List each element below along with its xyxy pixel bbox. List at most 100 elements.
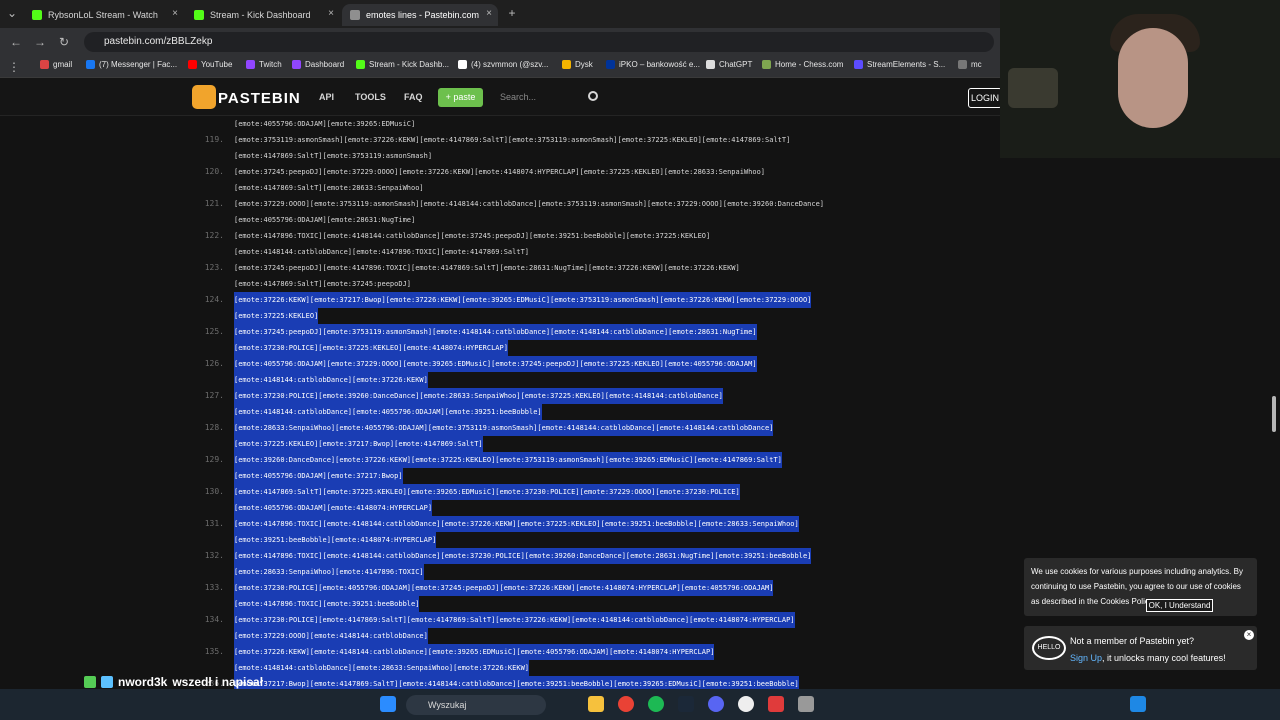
bookmark-gmail[interactable]: gmail [40,60,72,69]
windows-icon[interactable] [380,696,396,712]
code-line[interactable]: [emote:4147869:SaltT][emote:28633:Senpai… [204,180,858,196]
line-number: 133. [204,583,224,592]
chatgpt-icon [706,60,715,69]
kick-icon [356,60,365,69]
bookmark-dashboard[interactable]: Dashboard [292,60,344,69]
code-line[interactable]: [emote:4055796:ODAJAM][emote:28631:NugTi… [204,212,858,228]
address-bar[interactable]: pastebin.com/zBBLZekp [84,32,994,52]
line-text: [emote:4147896:TOXIC][emote:4148144:catb… [234,516,799,532]
signup-link[interactable]: Sign Up [1070,653,1102,663]
bookmark-kick[interactable]: Stream - Kick Dashb... [356,60,449,69]
close-icon[interactable]: × [328,8,334,19]
code-line[interactable]: [emote:4055796:ODAJAM][emote:39265:EDMus… [204,116,858,132]
tab-rybsonlol[interactable]: RybsonLoL Stream - Watch × [24,4,184,26]
discord-icon[interactable] [708,696,724,712]
bookmark-streamelements[interactable]: StreamElements - S... [854,60,945,69]
code-line[interactable]: 134. [emote:37230:POLICE][emote:4147869:S… [204,612,858,628]
code-line[interactable]: [emote:4055796:ODAJAM][emote:37217:Bwop] [204,468,858,484]
code-line[interactable]: [emote:4148144:catblobDance][emote:40557… [204,404,858,420]
apps-icon[interactable]: ⋮ [6,59,22,75]
close-icon[interactable]: × [486,8,492,19]
pastebin-brand[interactable]: PASTEBIN [218,90,301,107]
paste-code-area[interactable]: [emote:4055796:ODAJAM][emote:39265:EDMus… [204,116,862,689]
badge-icon [84,676,96,688]
line-number: 120. [204,167,224,176]
bookmark-youtube[interactable]: YouTube [188,60,232,69]
login-button[interactable]: LOGIN [968,88,1002,108]
bookmark-x[interactable]: (4) szvmmon (@szv... [458,60,548,69]
code-line[interactable]: [emote:4148144:catblobDance][emote:37226… [204,372,858,388]
line-number: 129. [204,455,224,464]
code-line[interactable]: 131. [emote:4147896:TOXIC][emote:4148144:… [204,516,858,532]
search-input[interactable]: Search... [500,89,598,106]
code-line[interactable]: 121. [emote:37229:OOOO][emote:3753119:asm… [204,196,858,212]
code-line[interactable]: 128. [emote:28633:SenpaiWhoo][emote:40557… [204,420,858,436]
code-line[interactable]: 124. [emote:37226:KEKW][emote:37217:Bwop]… [204,292,858,308]
code-line[interactable]: 129. [emote:39260:DanceDance][emote:37226… [204,452,858,468]
bookmark-messenger[interactable]: (7) Messenger | Fac... [86,60,177,69]
code-line[interactable]: 133. [emote:37230:POLICE][emote:4055796:O… [204,580,858,596]
bookmark-twitch[interactable]: Twitch [246,60,282,69]
code-line[interactable]: 119. [emote:3753119:asmonSmash][emote:372… [204,132,858,148]
code-line[interactable]: [emote:4055796:ODAJAM][emote:4148074:HYP… [204,500,858,516]
new-tab-icon[interactable]: + [504,5,520,21]
code-line[interactable]: [emote:37225:KEKLEO][emote:37217:Bwop][e… [204,436,858,452]
code-line[interactable]: [emote:39251:beeBobble][emote:4148074:HY… [204,532,858,548]
pastebin-logo-icon[interactable] [192,85,216,109]
cookie-accept-button[interactable]: OK, I Understand [1146,599,1213,612]
code-line[interactable]: 126. [emote:4055796:ODAJAM][emote:37229:O… [204,356,858,372]
bookmark-mc[interactable]: mc [958,60,982,69]
code-line[interactable]: 123. [emote:37245:peepoDJ][emote:4147896:… [204,260,858,276]
line-text: [emote:37226:KEKW][emote:4148144:catblob… [234,644,715,660]
forward-icon[interactable]: → [32,34,48,50]
line-text: [emote:4148144:catblobDance][emote:41478… [234,248,530,256]
bookmark-chatgpt[interactable]: ChatGPT [706,60,752,69]
bookmark-drive[interactable]: Dysk [562,60,593,69]
tab-menu-icon[interactable]: ⌄ [4,5,20,21]
code-line[interactable]: [emote:37229:OOOO][emote:4148144:catblob… [204,628,858,644]
line-text: [emote:28633:SenpaiWhoo][emote:4055796:O… [234,420,774,436]
line-text: [emote:37245:peepoDJ][emote:4147896:TOXI… [234,264,740,272]
close-icon[interactable]: × [1244,630,1254,640]
tab-kick-dashboard[interactable]: Stream - Kick Dashboard × [186,4,340,26]
code-line[interactable]: 132. [emote:4147896:TOXIC][emote:4148144:… [204,548,858,564]
chess-icon [762,60,771,69]
code-line[interactable]: 122. [emote:4147896:TOXIC][emote:4148144:… [204,228,858,244]
code-line[interactable]: 130. [emote:4147869:SaltT][emote:37225:KE… [204,484,858,500]
app-icon[interactable] [768,696,784,712]
bookmark-chess[interactable]: Home - Chess.com [762,60,843,69]
line-text: [emote:4147869:SaltT][emote:37225:KEKLEO… [234,484,740,500]
file-explorer-icon[interactable] [588,696,604,712]
spotify-icon[interactable] [648,696,664,712]
page-scrollbar[interactable] [1272,396,1276,432]
nav-tools[interactable]: TOOLS [355,92,386,102]
tab-pastebin[interactable]: emotes lines - Pastebin.com × [342,4,498,26]
close-icon[interactable]: × [172,8,178,19]
code-line[interactable]: 135. [emote:37226:KEKW][emote:4148144:cat… [204,644,858,660]
code-line[interactable]: [emote:4147869:SaltT][emote:37245:peepoD… [204,276,858,292]
code-line[interactable]: [emote:37225:KEKLEO] [204,308,858,324]
code-line[interactable]: [emote:4147896:TOXIC][emote:39251:beeBob… [204,596,858,612]
settings-icon[interactable] [798,696,814,712]
code-line[interactable]: 120. [emote:37245:peepoDJ][emote:37229:OO… [204,164,858,180]
steam-icon[interactable] [678,696,694,712]
line-text: [emote:4147896:TOXIC][emote:4148144:catb… [234,548,812,564]
chrome-icon[interactable] [618,696,634,712]
reload-icon[interactable]: ↻ [56,34,72,50]
code-line[interactable]: [emote:4148144:catblobDance][emote:41478… [204,244,858,260]
nav-api[interactable]: API [319,92,334,102]
code-line[interactable]: 125. [emote:37245:peepoDJ][emote:3753119:… [204,324,858,340]
bluetooth-icon[interactable] [1130,696,1146,712]
code-line[interactable]: [emote:28633:SenpaiWhoo][emote:4147896:T… [204,564,858,580]
bookmark-ipko[interactable]: iPKO – bankowość e... [606,60,700,69]
code-line[interactable]: 127. [emote:37230:POLICE][emote:39260:Dan… [204,388,858,404]
nav-faq[interactable]: FAQ [404,92,423,102]
taskbar-search-input[interactable]: Wyszukaj [406,695,546,715]
obs-icon[interactable] [738,696,754,712]
code-line[interactable]: [emote:4147869:SaltT][emote:3753119:asmo… [204,148,858,164]
back-icon[interactable]: ← [8,34,24,50]
new-paste-button[interactable]: + paste [438,88,483,107]
code-line[interactable]: [emote:37230:POLICE][emote:37225:KEKLEO]… [204,340,858,356]
search-icon[interactable] [588,91,598,101]
line-number: 128. [204,423,224,432]
